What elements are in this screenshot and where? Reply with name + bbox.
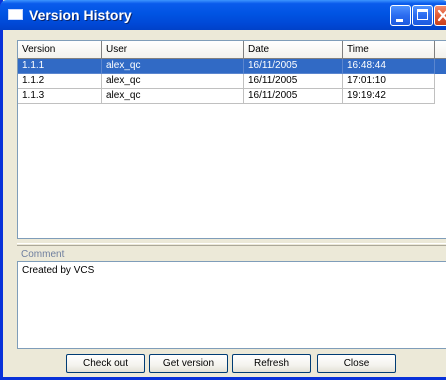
cell-version: 1.1.1 (18, 59, 102, 74)
cell-user: alex_qc (102, 74, 244, 89)
column-header-version[interactable]: Version (18, 41, 102, 59)
close-button[interactable]: Close (317, 354, 396, 373)
close-icon (437, 9, 446, 22)
close-window-button[interactable] (434, 5, 446, 26)
window-icon (8, 9, 23, 20)
column-header-time[interactable]: Time (343, 41, 435, 59)
maximize-button[interactable] (412, 5, 433, 26)
column-header-filler (435, 41, 446, 59)
cell-user: alex_qc (102, 59, 244, 74)
refresh-button[interactable]: Refresh (232, 354, 311, 373)
cell-date: 16/11/2005 (244, 89, 343, 104)
maximize-icon (417, 9, 428, 20)
table-row[interactable]: 1.1.3 alex_qc 16/11/2005 19:19:42 (18, 89, 446, 104)
cell-date: 16/11/2005 (244, 74, 343, 89)
column-header-user[interactable]: User (102, 41, 244, 59)
cell-time: 16:48:44 (343, 59, 435, 74)
cell-user: alex_qc (102, 89, 244, 104)
minimize-icon (396, 19, 403, 22)
table-header: Version User Date Time (18, 41, 446, 59)
title-bar[interactable]: Version History (0, 0, 446, 30)
cell-time: 17:01:10 (343, 74, 435, 89)
cell-date: 16/11/2005 (244, 59, 343, 74)
cell-time: 19:19:42 (343, 89, 435, 104)
pane-splitter[interactable] (17, 243, 446, 246)
table-row[interactable]: 1.1.1 alex_qc 16/11/2005 16:48:44 (18, 59, 446, 74)
comment-label: Comment (21, 249, 65, 260)
version-table: Version User Date Time 1.1.1 alex_qc 16/… (17, 40, 446, 239)
column-header-date[interactable]: Date (244, 41, 343, 59)
minimize-button[interactable] (390, 5, 411, 26)
comment-field[interactable]: Created by VCS (17, 261, 446, 349)
table-row[interactable]: 1.1.2 alex_qc 16/11/2005 17:01:10 (18, 74, 446, 89)
get-version-button[interactable]: Get version (149, 354, 228, 373)
check-out-button[interactable]: Check out (66, 354, 145, 373)
button-bar: Check out Get version Refresh Close (3, 354, 446, 374)
cell-version: 1.1.2 (18, 74, 102, 89)
cell-version: 1.1.3 (18, 89, 102, 104)
version-history-window: Version History Version User Date Time 1… (0, 0, 446, 380)
window-title: Version History (29, 7, 132, 23)
table-body: 1.1.1 alex_qc 16/11/2005 16:48:44 1.1.2 … (18, 59, 446, 104)
